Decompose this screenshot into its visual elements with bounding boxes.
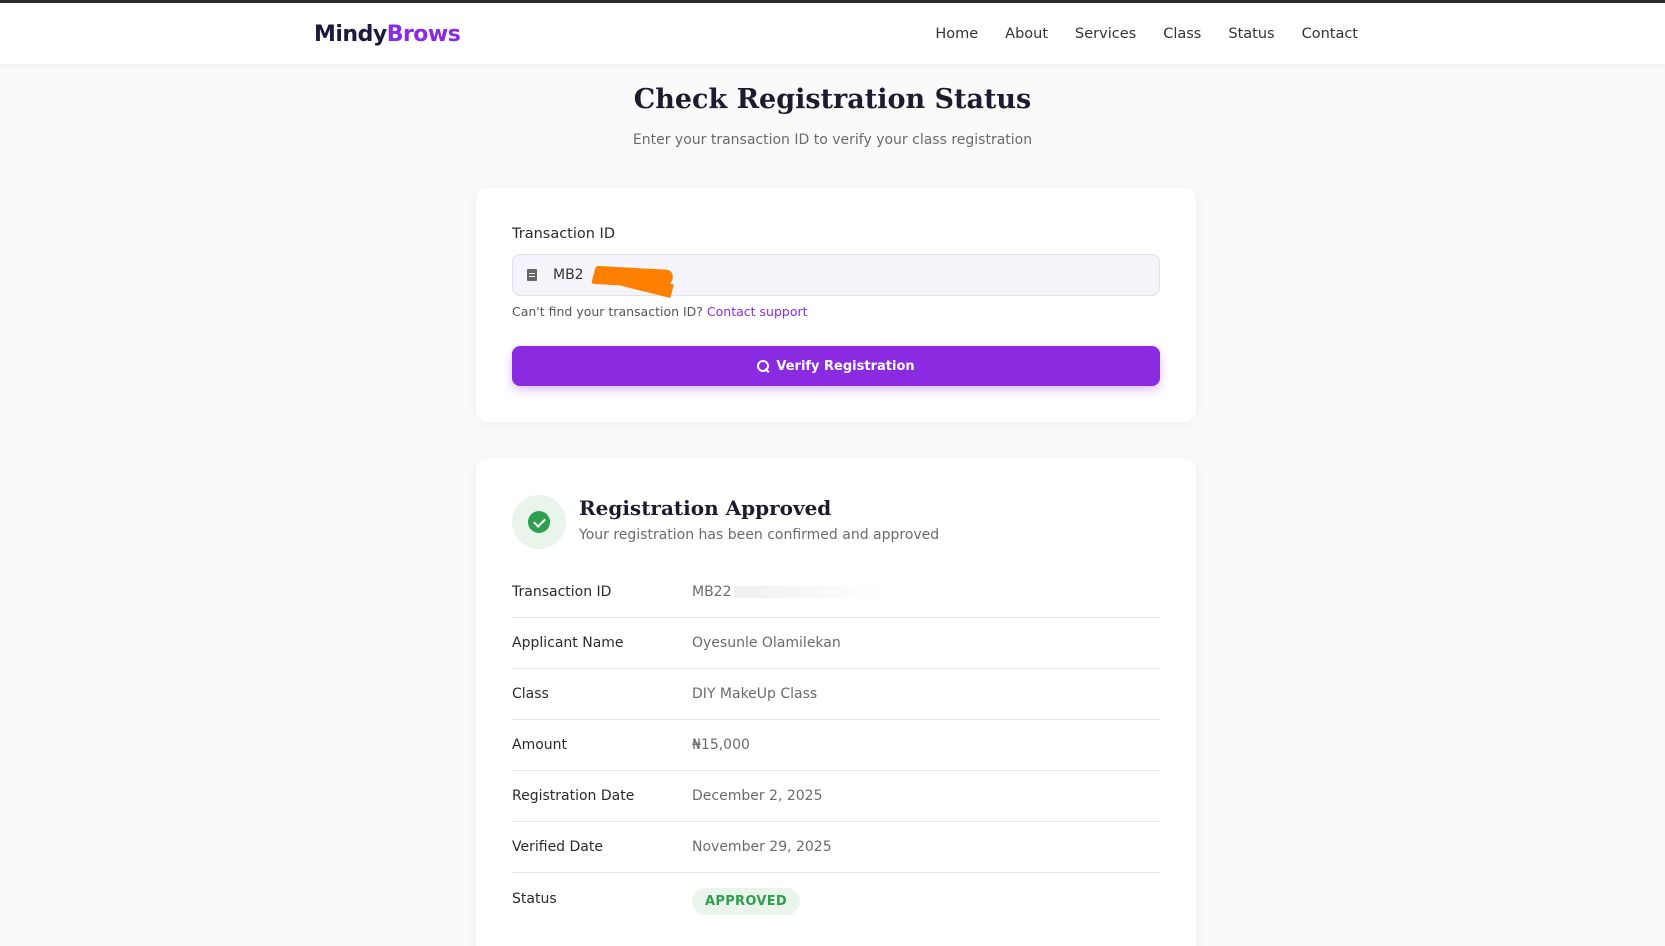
page-subtitle: Enter your transaction ID to verify your… (632, 132, 1033, 148)
nav-about[interactable]: About (1005, 26, 1048, 42)
status-icon-circle (512, 495, 566, 549)
result-card: Registration Approved Your registration … (476, 458, 1196, 946)
nav-services[interactable]: Services (1075, 26, 1136, 42)
detail-label: Verified Date (512, 839, 603, 855)
detail-value: November 29, 2025 (692, 839, 832, 855)
detail-row-verified-date: Verified Date November 29, 2025 (512, 822, 1160, 873)
verify-registration-button[interactable]: Verify Registration (512, 346, 1160, 386)
page-title: Check Registration Status (633, 84, 1032, 115)
help-text: Can't find your transaction ID? Contact … (512, 304, 808, 319)
transaction-id-value: MB22 (692, 583, 732, 600)
check-circle-icon (528, 511, 550, 533)
detail-row-amount: Amount ₦15,000 (512, 720, 1160, 771)
transaction-id-field-wrapper (512, 254, 1160, 299)
nav-home[interactable]: Home (935, 26, 978, 42)
detail-label: Class (512, 686, 549, 702)
detail-value: DIY MakeUp Class (692, 686, 818, 702)
detail-label: Transaction ID (512, 583, 612, 600)
detail-label: Amount (512, 737, 568, 753)
status-badge: APPROVED (692, 888, 800, 915)
contact-support-link[interactable]: Contact support (707, 304, 808, 319)
detail-row-transaction-id: Transaction ID MB22 (512, 562, 1160, 618)
nav-class[interactable]: Class (1163, 26, 1201, 42)
detail-value: Oyesunle Olamilekan (692, 635, 841, 651)
detail-value: MB22 (692, 584, 884, 600)
brand-part1: Mindy (314, 22, 387, 47)
nav-contact[interactable]: Contact (1302, 26, 1358, 42)
detail-label: Applicant Name (512, 635, 624, 651)
transaction-id-label: Transaction ID (512, 226, 616, 242)
brand-part2: Brows (386, 22, 461, 47)
detail-row-applicant-name: Applicant Name Oyesunle Olamilekan (512, 618, 1160, 669)
nav-status[interactable]: Status (1228, 26, 1274, 42)
help-question: Can't find your transaction ID? (512, 304, 703, 319)
result-title: Registration Approved (579, 496, 832, 520)
detail-value: ₦15,000 (692, 737, 750, 753)
registration-details: Transaction ID MB22 Applicant Name Oyesu… (512, 562, 1160, 924)
detail-row-class: Class DIY MakeUp Class (512, 669, 1160, 720)
detail-label: Status (512, 890, 557, 907)
site-header: MindyBrows Home About Services Class Sta… (0, 3, 1665, 64)
search-icon (757, 360, 770, 372)
detail-label: Registration Date (512, 788, 635, 804)
result-subtitle: Your registration has been confirmed and… (579, 527, 940, 543)
brand-logo[interactable]: MindyBrows (314, 22, 461, 47)
detail-row-status: Status APPROVED (512, 873, 1160, 924)
detail-row-registration-date: Registration Date December 2, 2025 (512, 771, 1160, 822)
main-nav: Home About Services Class Status Contact (935, 26, 1358, 42)
document-icon (527, 269, 537, 281)
verify-button-label: Verify Registration (776, 358, 915, 374)
redaction-blur (733, 585, 884, 598)
verify-form-card: Transaction ID Can't find your transacti… (476, 188, 1196, 422)
detail-value: December 2, 2025 (692, 788, 823, 804)
